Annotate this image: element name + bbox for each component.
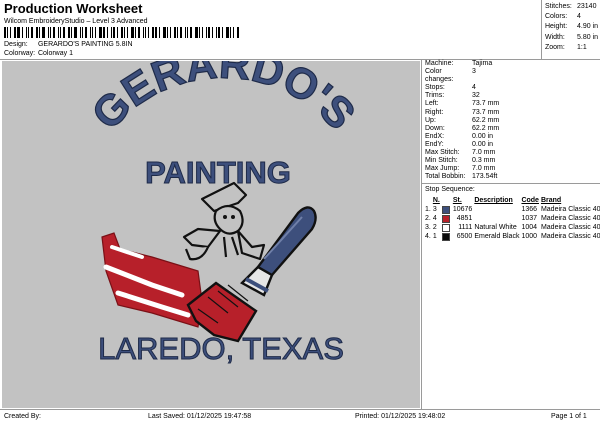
stop-sequence-table: N. St. Description Code Brand 1. 3 10676… [425,196,600,241]
barcode [4,27,242,38]
stat-height: Height: 4.90 in [545,23,599,31]
info-endx: EndX: 0.00 in [425,132,494,140]
stop-sequence-header: N. St. Description Code Brand [425,196,600,205]
painting-text: PAINTING [145,155,291,190]
color-swatch [441,205,450,214]
created-by: Created By: [4,413,41,420]
embroidery-design: GERARDO'S PAINTING LAREDO, TEXAS [82,61,365,367]
info-trims: Trims: 32 [425,92,480,100]
color-swatch [441,223,450,232]
printed-date: Printed: 01/12/2025 19:48:02 [355,413,446,420]
info-machine: Machine: Tajima [425,60,493,67]
colorway-name: Colorway 1 [37,50,73,57]
stat-width: Width: 5.80 in [545,33,599,41]
header-divider [0,59,600,60]
info-color-changes: Color changes: 3 [425,68,476,84]
colorway-label: Colorway: [4,50,36,57]
laredo-texas-text: LAREDO, TEXAS [98,331,344,366]
table-row: 2. 4 4851 1037 Madeira Classic 40 [425,214,600,223]
worksheet-title: Production Worksheet [4,1,143,16]
stop-sequence-title: Stop Sequence: [425,186,475,193]
col-st: St. [452,197,462,204]
paint-brush [186,206,317,343]
info-down: Down: 62.2 mm [425,124,500,132]
col-description: Description [474,197,513,204]
color-swatch [441,214,450,223]
col-n: N. [432,197,440,204]
design-preview: GERARDO'S PAINTING LAREDO, TEXAS [2,61,420,408]
stat-colors: Colors: 4 [545,13,581,21]
table-row: 4. 1 6500 Emerald Black 1000 Madeira Cla… [425,232,600,241]
info-left: Left: 73.7 mm [425,100,500,108]
design-stats: Stitches: 23140 Colors: 4 Height: 4.90 in W… [545,2,598,53]
footer-divider [0,409,600,410]
panel-divider [421,59,422,409]
software-name: Wilcom EmbroideryStudio – Level 3 Advanc… [4,18,148,25]
info-max-stitch: Max Stitch: 7.0 mm [425,149,496,157]
painter-figure [182,181,266,261]
design-row: Design: GERARDO'S PAINTING 5.8IN [4,41,133,48]
arc-text-gerardos: GERARDO'S [83,61,364,139]
stop-sequence-divider [421,183,600,184]
info-min-stitch: Min Stitch: 0.3 mm [425,157,496,165]
col-code: Code [521,197,539,204]
color-swatch [441,232,450,241]
stats-divider [541,0,542,59]
paint-stroke [101,232,203,328]
machine-info: Machine: Tajima Color changes: 3 Stops: 4 T… [425,60,499,181]
colorway-row: Colorway: Colorway 1 [4,50,73,57]
info-total-bobbin: Total Bobbin: 173.54ft [425,173,498,181]
last-saved: Last Saved: 01/12/2025 19:47:58 [148,413,252,420]
col-brand: Brand [540,197,562,204]
page-number: Page 1 of 1 [551,413,587,420]
design-label: Design: [4,41,28,48]
stat-stitches: Stitches: 23140 [545,3,597,10]
info-stops: Stops: 4 [425,84,476,92]
info-right: Right: 73.7 mm [425,108,500,116]
info-endy: EndY: 0.00 in [425,140,494,148]
info-max-jump: Max Jump: 7.0 mm [425,165,496,173]
table-row: 1. 3 10676 1366 Madeira Classic 40 [425,205,600,214]
worksheet-page: Production Worksheet Wilcom EmbroiderySt… [0,0,600,424]
design-name: GERARDO'S PAINTING 5.8IN [37,41,133,48]
info-up: Up: 62.2 mm [425,116,500,124]
table-row: 3. 2 1111 Natural White 1004 Madeira Cla… [425,223,600,232]
stat-zoom: Zoom: 1:1 [545,43,587,51]
